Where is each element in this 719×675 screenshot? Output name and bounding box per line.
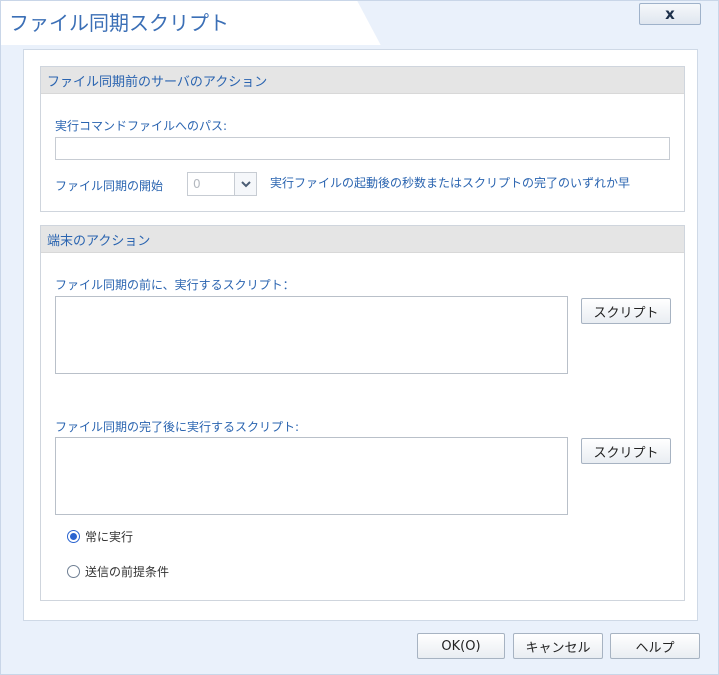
radio-always-run-label: 常に実行 xyxy=(85,530,134,544)
server-actions-group: ファイル同期前のサーバのアクション 実行コマンドファイルへのパス: ファイル同期… xyxy=(40,66,685,212)
before-script-label: ファイル同期の前に、実行するスクリプト： xyxy=(55,278,295,292)
path-label: 実行コマンドファイルへのパス: xyxy=(55,119,228,133)
content-panel: ファイル同期前のサーバのアクション 実行コマンドファイルへのパス: ファイル同期… xyxy=(23,49,698,621)
sync-start-value: 0 xyxy=(193,177,201,191)
sync-start-label: ファイル同期の開始 xyxy=(55,179,164,193)
server-actions-header: ファイル同期前のサーバのアクション xyxy=(41,67,684,94)
radio-selected-icon[interactable] xyxy=(67,530,80,543)
dialog-title: ファイル同期スクリプト xyxy=(9,11,229,35)
command-path-input[interactable] xyxy=(55,137,670,160)
sync-start-select[interactable]: 0 xyxy=(187,172,257,196)
radio-unselected-icon[interactable] xyxy=(67,565,80,578)
after-script-label: ファイル同期の完了後に実行するスクリプト: xyxy=(55,420,300,434)
help-button[interactable]: ヘルプ xyxy=(610,633,700,659)
before-script-textarea[interactable] xyxy=(55,296,568,374)
after-script-button[interactable]: スクリプト xyxy=(581,438,671,464)
radio-send-precondition-label: 送信の前提条件 xyxy=(85,565,170,579)
after-script-textarea[interactable] xyxy=(55,437,568,515)
before-script-button[interactable]: スクリプト xyxy=(581,298,671,324)
file-sync-script-dialog: ファイル同期スクリプト x ファイル同期前のサーバのアクション 実行コマンドファ… xyxy=(0,0,719,675)
chevron-down-icon[interactable] xyxy=(234,173,256,195)
ok-button[interactable]: OK(O) xyxy=(417,633,505,659)
cancel-button[interactable]: キャンセル xyxy=(513,633,603,659)
sync-start-description: 実行ファイルの起動後の秒数またはスクリプトの完了のいずれか早 xyxy=(270,176,631,190)
client-actions-group: 端末のアクション ファイル同期の前に、実行するスクリプト： スクリプト ファイル… xyxy=(40,225,685,601)
close-icon: x xyxy=(665,5,675,23)
client-actions-header: 端末のアクション xyxy=(41,226,684,253)
radio-always-run[interactable]: 常に実行 xyxy=(67,528,133,545)
radio-send-precondition[interactable]: 送信の前提条件 xyxy=(67,563,169,580)
close-button[interactable]: x xyxy=(639,3,701,25)
